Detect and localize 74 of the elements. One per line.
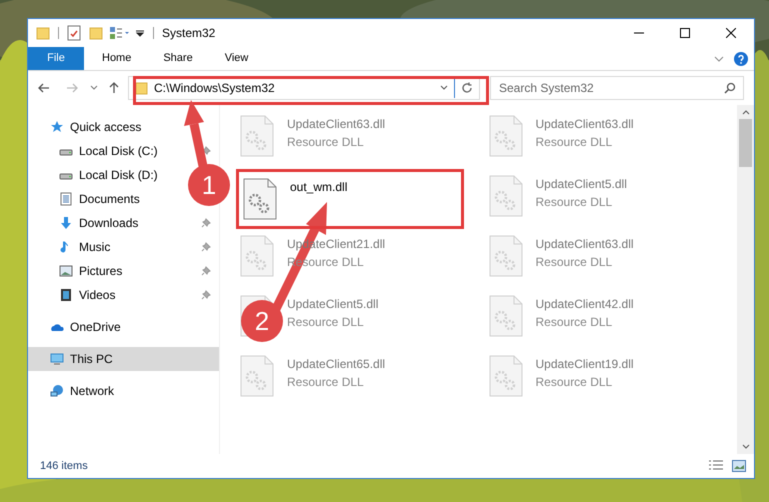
back-arrow-icon[interactable] (38, 82, 50, 94)
nav-item[interactable]: Local Disk (C:) (59, 142, 158, 160)
nav-item[interactable]: Downloads (59, 214, 138, 232)
file-type: Resource DLL (536, 194, 614, 211)
file-type: Resource DLL (536, 314, 614, 331)
address-path: C:\Windows\System32 (154, 80, 275, 97)
expand-ribbon-icon[interactable] (714, 56, 724, 62)
gear-file-icon (240, 235, 274, 277)
search-icon (724, 82, 736, 94)
monitor-icon (50, 352, 64, 366)
up-arrow-icon[interactable] (108, 82, 120, 94)
gear-file-icon (488, 295, 522, 337)
file-name: UpdateClient63.dll (536, 236, 634, 253)
details-view-icon[interactable] (708, 460, 724, 472)
gear-file-icon (243, 178, 277, 220)
search-field[interactable]: Search System32 (490, 76, 744, 100)
nav-item[interactable]: Network (50, 382, 114, 400)
nav-item[interactable]: Music (59, 238, 110, 256)
scrollbar-thumb[interactable] (739, 119, 752, 167)
network-icon (50, 384, 64, 398)
properties-icon[interactable] (67, 25, 81, 41)
file-name: UpdateClient5.dll (536, 176, 627, 193)
file-name: UpdateClient42.dll (536, 296, 634, 313)
document-icon (59, 192, 73, 206)
maximize-icon (680, 28, 690, 38)
nav-item[interactable]: Quick access (50, 118, 142, 136)
item-count: 146 items (40, 458, 88, 474)
gear-file-icon (488, 235, 522, 277)
dropdown-icon[interactable] (135, 28, 145, 38)
gear-file-icon (488, 115, 522, 157)
file-name: UpdateClient65.dll (287, 356, 386, 373)
scroll-up-icon[interactable] (742, 109, 750, 115)
help-icon[interactable] (734, 52, 748, 66)
file-type: Resource DLL (287, 134, 365, 151)
window-title: System32 (162, 25, 216, 42)
close-icon (726, 28, 736, 38)
file-type: Resource DLL (536, 374, 614, 391)
large-icons-view-icon[interactable] (732, 460, 746, 472)
file-name: UpdateClient19.dll (536, 356, 634, 373)
file-tab[interactable]: File (28, 47, 84, 70)
down-arrow-icon (59, 216, 73, 230)
recent-locations-icon[interactable] (90, 85, 98, 91)
folder-icon (36, 26, 50, 40)
gear-file-icon (488, 175, 522, 217)
file-name: out_wm.dll (290, 179, 348, 196)
nav-item[interactable]: Videos (59, 286, 116, 304)
file-name: UpdateClient5.dll (287, 296, 378, 313)
gear-file-icon (240, 115, 274, 157)
gear-file-icon (488, 355, 522, 397)
scroll-down-icon[interactable] (742, 444, 750, 450)
gear-file-icon (240, 355, 274, 397)
address-dropdown-icon[interactable] (440, 85, 448, 91)
folder-icon (135, 82, 148, 94)
nav-item[interactable]: Pictures (59, 262, 122, 280)
file-type: Resource DLL (287, 374, 365, 391)
star-icon (50, 120, 64, 134)
file-type: Resource DLL (536, 254, 614, 271)
nav-item[interactable]: This PC (50, 350, 113, 368)
view-options-icon[interactable] (109, 26, 131, 40)
ribbon-tab[interactable]: Share (149, 47, 207, 70)
film-icon (59, 288, 73, 302)
address-bar[interactable]: C:\Windows\System32 (128, 76, 480, 100)
nav-item[interactable]: OneDrive (50, 318, 121, 336)
ribbon-tab[interactable]: View (210, 47, 262, 70)
nav-item[interactable]: Local Disk (D:) (59, 166, 158, 184)
file-name: UpdateClient63.dll (287, 116, 386, 133)
picture-frame-icon (59, 264, 73, 278)
ribbon-tab[interactable]: Home (88, 47, 146, 70)
file-name: UpdateClient63.dll (536, 116, 634, 133)
refresh-icon[interactable] (461, 82, 473, 94)
nav-item[interactable]: Documents (59, 190, 140, 208)
vertical-scrollbar[interactable] (737, 105, 754, 454)
file-type: Resource DLL (287, 314, 365, 331)
file-type: Resource DLL (536, 134, 614, 151)
